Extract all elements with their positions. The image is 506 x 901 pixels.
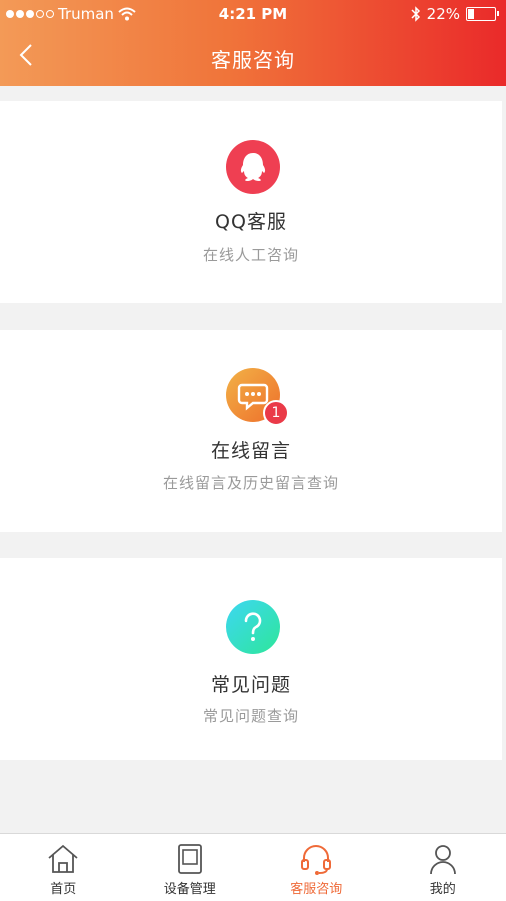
header: Truman 4:21 PM 22% 客服咨询	[0, 0, 506, 86]
battery-level	[468, 9, 474, 19]
service-name: 在线留言	[0, 436, 502, 463]
tab-device-management[interactable]: 设备管理	[127, 834, 254, 901]
tab-home[interactable]: 首页	[0, 834, 127, 901]
home-icon	[46, 842, 80, 876]
bluetooth-icon	[411, 6, 421, 22]
tab-label: 我的	[380, 878, 506, 897]
service-card-faq[interactable]: 常见问题 常见问题查询	[0, 558, 502, 760]
status-bar: Truman 4:21 PM 22%	[0, 0, 506, 28]
service-desc: 在线人工咨询	[0, 244, 502, 265]
bottom-tab-bar: 首页 设备管理 客服咨询 我的	[0, 833, 506, 901]
service-desc: 在线留言及历史留言查询	[0, 472, 502, 493]
tab-label: 设备管理	[127, 878, 254, 897]
user-icon	[426, 842, 460, 876]
headset-icon	[299, 842, 333, 876]
battery-percent: 22%	[427, 5, 460, 23]
service-name: 常见问题	[0, 670, 502, 697]
question-icon	[226, 600, 280, 654]
page-title: 客服咨询	[0, 44, 506, 73]
navigation-bar: 客服咨询	[0, 28, 506, 86]
tab-mine[interactable]: 我的	[380, 834, 506, 901]
battery-icon	[466, 7, 496, 21]
unread-badge: 1	[263, 400, 289, 426]
qq-icon	[226, 140, 280, 194]
service-card-message[interactable]: 1 在线留言 在线留言及历史留言查询	[0, 330, 502, 532]
device-icon	[173, 842, 207, 876]
tab-customer-service[interactable]: 客服咨询	[253, 834, 380, 901]
tab-label: 首页	[0, 878, 127, 897]
service-name: QQ客服	[0, 207, 502, 234]
tab-label: 客服咨询	[253, 878, 380, 897]
service-desc: 常见问题查询	[0, 705, 502, 726]
service-card-qq[interactable]: QQ客服 在线人工咨询	[0, 101, 502, 303]
